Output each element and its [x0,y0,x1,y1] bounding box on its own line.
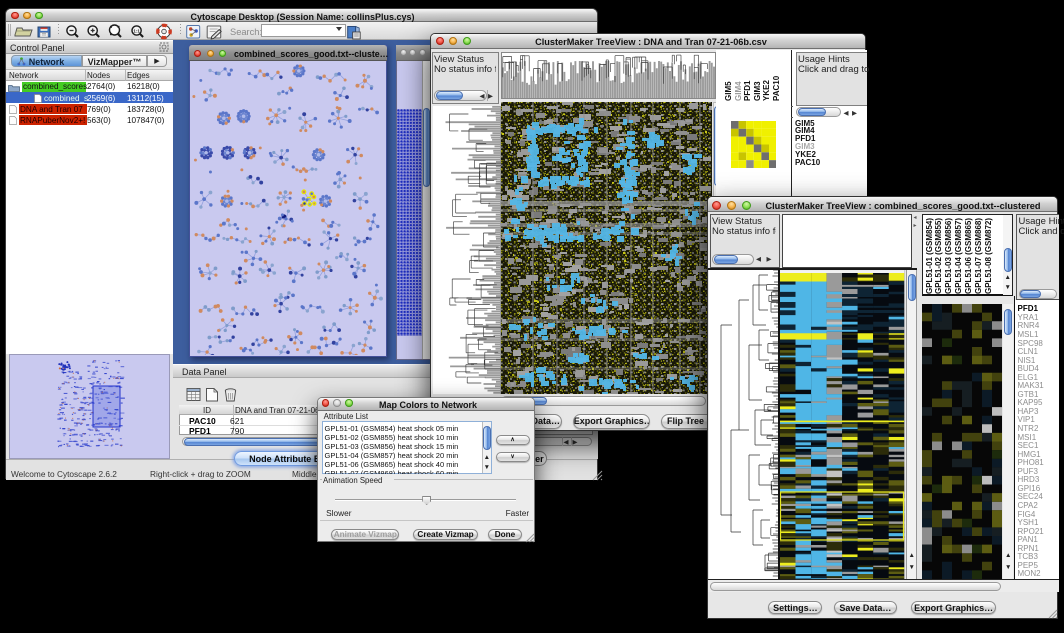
svg-text:1:1: 1:1 [133,29,140,34]
